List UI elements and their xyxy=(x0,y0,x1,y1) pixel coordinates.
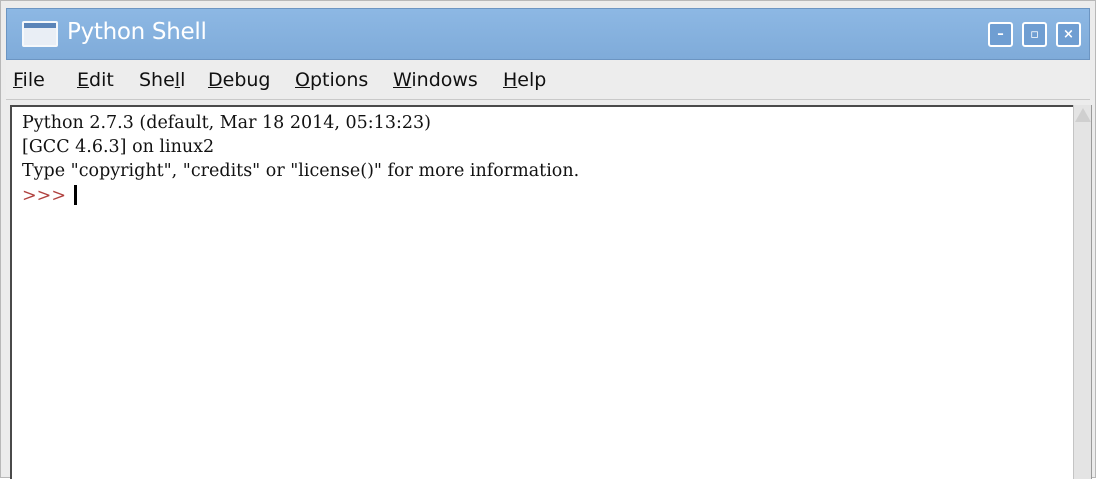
window-icon xyxy=(22,21,58,47)
shell-prompt: >>> xyxy=(22,186,66,206)
shell-output-line: Python 2.7.3 (default, Mar 18 2014, 05:1… xyxy=(22,113,431,133)
python-shell-window: Python Shell – ▫ × File Edit Shell Debug… xyxy=(0,0,1096,479)
menu-edit[interactable]: Edit xyxy=(77,69,114,91)
window-title: Python Shell xyxy=(67,19,207,45)
menu-shell[interactable]: Shell xyxy=(139,69,185,91)
menu-options[interactable]: Options xyxy=(295,69,368,91)
arrow-up-icon[interactable] xyxy=(1075,108,1091,122)
vertical-scrollbar[interactable] xyxy=(1073,105,1092,479)
maximize-button[interactable]: ▫ xyxy=(1022,22,1047,47)
menu-help[interactable]: Help xyxy=(503,69,546,91)
prompt-line: >>> xyxy=(22,185,77,206)
shell-output-line: [GCC 4.6.3] on linux2 xyxy=(22,137,215,157)
menu-windows[interactable]: Windows xyxy=(393,69,478,91)
close-button[interactable]: × xyxy=(1056,22,1081,47)
menu-bar: File Edit Shell Debug Options Windows He… xyxy=(6,60,1090,100)
shell-text-area[interactable]: Python 2.7.3 (default, Mar 18 2014, 05:1… xyxy=(10,105,1073,479)
text-cursor xyxy=(74,185,77,205)
menu-debug[interactable]: Debug xyxy=(208,69,271,91)
minimize-button[interactable]: – xyxy=(988,22,1013,47)
shell-output-line: Type "copyright", "credits" or "license(… xyxy=(22,161,580,181)
title-bar[interactable]: Python Shell – ▫ × xyxy=(6,8,1090,60)
menu-file[interactable]: File xyxy=(13,69,45,91)
